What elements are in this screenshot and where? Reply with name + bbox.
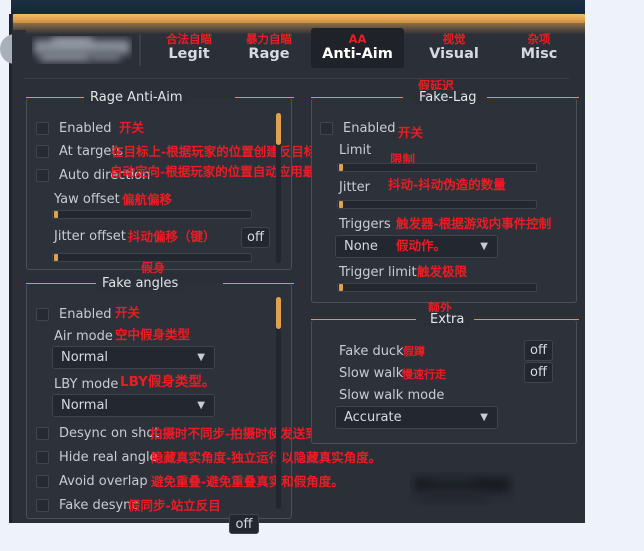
label-fake-duck: Fake duck bbox=[339, 344, 404, 359]
scrollbar-rage-anti-aim[interactable] bbox=[276, 113, 281, 263]
label-trigger-limit: Trigger limit bbox=[339, 265, 417, 280]
tab-legit-label-en: Legit bbox=[168, 46, 210, 62]
label-limit: Limit bbox=[339, 143, 372, 158]
blurred-watermark bbox=[410, 472, 515, 506]
dropdown-slow-walk-mode-value: Accurate bbox=[344, 410, 402, 425]
annotation-fake-lag-enabled: 开关 bbox=[398, 125, 424, 140]
label-slow-walk: Slow walk bbox=[339, 366, 404, 381]
app-logo bbox=[32, 36, 132, 64]
row-desync-on-shot[interactable]: Desync on shot bbox=[36, 426, 159, 441]
annotation-hide-real-angle: 隐藏真实角度-独立运行以隐藏真实角度。 bbox=[151, 450, 382, 465]
checkbox-fake-angles-enabled[interactable] bbox=[36, 308, 49, 321]
annotation-jitter: 抖动-抖动伪造的数量 bbox=[388, 177, 506, 192]
label-fake-lag-enabled: Enabled bbox=[343, 121, 396, 136]
tab-legit[interactable]: 合法自瞄 Legit bbox=[150, 28, 228, 68]
logo-divider bbox=[139, 34, 141, 66]
side-drawer-handle-mask bbox=[12, 30, 26, 68]
checkbox-hide-real-angle[interactable] bbox=[36, 451, 49, 464]
tab-misc[interactable]: 杂项 Misc bbox=[504, 28, 574, 68]
checkbox-avoid-overlap[interactable] bbox=[36, 475, 49, 488]
group-title-fake-angles: Fake angles bbox=[96, 276, 185, 291]
tab-misc-label-cn: 杂项 bbox=[527, 32, 551, 46]
row-avoid-overlap[interactable]: Avoid overlap bbox=[36, 474, 148, 489]
annotation-triggers: 触发器-根据游戏内事件控制 bbox=[396, 216, 552, 231]
annotation-trigger-limit: 触发极限 bbox=[417, 264, 468, 279]
checkbox-auto-direction[interactable] bbox=[36, 169, 49, 182]
annotation-slow-walk: 慢速行走 bbox=[402, 368, 446, 381]
dropdown-slow-walk-mode[interactable]: Accurate ▼ bbox=[335, 406, 498, 429]
tab-rage-label-cn: 暴力自瞄 bbox=[246, 32, 292, 46]
group-title-fake-lag: Fake-Lag bbox=[413, 90, 483, 105]
tab-visual-label-en: Visual bbox=[429, 46, 479, 62]
window-left-edge bbox=[9, 14, 12, 523]
checkbox-rage-enabled[interactable] bbox=[36, 122, 49, 135]
row-hide-real-angle[interactable]: Hide real angle bbox=[36, 450, 158, 465]
label-rage-enabled: Enabled bbox=[59, 121, 112, 136]
dropdown-air-mode-value: Normal bbox=[61, 350, 109, 365]
scrollbar-fake-angles[interactable] bbox=[276, 297, 281, 509]
checkbox-desync-on-shot[interactable] bbox=[36, 427, 49, 440]
label-hide-real-angle: Hide real angle bbox=[59, 450, 158, 465]
screenshot-root: 合法自瞄 Legit 暴力自瞄 Rage AA Anti-Aim 视觉 Visu… bbox=[0, 0, 644, 551]
row-rage-enabled[interactable]: Enabled bbox=[36, 121, 112, 136]
label-yaw-offset: Yaw offset bbox=[54, 192, 120, 207]
annotation-triggers-2: 假动作。 bbox=[396, 238, 447, 253]
chevron-down-icon-slow-walk: ▼ bbox=[480, 412, 488, 423]
tab-rage[interactable]: 暴力自瞄 Rage bbox=[230, 28, 308, 68]
tab-bar: 合法自瞄 Legit 暴力自瞄 Rage AA Anti-Aim 视觉 Visu… bbox=[150, 28, 570, 72]
button-jitter-offset-key[interactable]: off bbox=[241, 227, 270, 248]
tab-anti-aim-label-en: Anti-Aim bbox=[322, 46, 393, 62]
group-title-cn-fake-angles: 假身 bbox=[141, 261, 166, 275]
label-jitter-offset: Jitter offset bbox=[54, 229, 126, 244]
window-titlebar-accent bbox=[13, 14, 585, 23]
annotation-fake-desync: 假同步-站立反目 bbox=[128, 498, 221, 513]
dropdown-lby-mode-value: Normal bbox=[61, 398, 109, 413]
button-fake-duck-key[interactable]: off bbox=[524, 340, 553, 361]
tab-legit-label-cn: 合法自瞄 bbox=[166, 32, 212, 46]
label-jitter: Jitter bbox=[339, 180, 370, 195]
tab-anti-aim-label-cn: AA bbox=[348, 32, 367, 46]
annotation-air-mode: 空中假身类型 bbox=[115, 327, 191, 342]
chevron-down-icon: ▼ bbox=[197, 352, 205, 363]
annotation-jitter-offset: 抖动偏移（键） bbox=[128, 229, 216, 244]
label-lby-mode: LBY mode bbox=[54, 377, 119, 392]
chevron-down-icon-triggers: ▼ bbox=[480, 241, 488, 252]
label-fake-desync: Fake desync bbox=[59, 498, 139, 513]
annotation-yaw-offset: 偏航偏移 bbox=[122, 192, 173, 207]
tab-visual[interactable]: 视觉 Visual bbox=[415, 28, 493, 68]
label-triggers: Triggers bbox=[339, 217, 391, 232]
label-air-mode: Air mode bbox=[54, 329, 113, 344]
checkbox-fake-desync[interactable] bbox=[36, 499, 49, 512]
slider-jitter[interactable] bbox=[337, 200, 537, 209]
checkbox-at-targets[interactable] bbox=[36, 145, 49, 158]
label-fake-angles-enabled: Enabled bbox=[59, 307, 112, 322]
tab-visual-label-cn: 视觉 bbox=[442, 32, 466, 46]
row-fake-angles-enabled[interactable]: Enabled bbox=[36, 307, 112, 322]
checkbox-fake-lag-enabled[interactable] bbox=[320, 122, 333, 135]
label-avoid-overlap: Avoid overlap bbox=[59, 474, 148, 489]
row-fake-desync[interactable]: Fake desync bbox=[36, 498, 139, 513]
dropdown-lby-mode[interactable]: Normal ▼ bbox=[52, 394, 215, 417]
annotation-lby-mode: LBY假身类型。 bbox=[120, 374, 216, 390]
row-fake-lag-enabled[interactable]: Enabled bbox=[320, 121, 396, 136]
annotation-rage-enabled: 开关 bbox=[119, 120, 145, 135]
slider-yaw-offset[interactable] bbox=[52, 210, 252, 219]
annotation-fake-duck: 假蹲 bbox=[403, 345, 425, 358]
chevron-down-icon-lby: ▼ bbox=[197, 400, 205, 411]
label-slow-walk-mode: Slow walk mode bbox=[339, 388, 445, 403]
tab-rage-label-en: Rage bbox=[248, 46, 290, 62]
slider-trigger-limit[interactable] bbox=[337, 283, 537, 292]
slider-limit[interactable] bbox=[337, 163, 537, 172]
button-cutoff-row-key[interactable]: off bbox=[229, 514, 259, 534]
button-slow-walk-key[interactable]: off bbox=[524, 362, 553, 383]
header-divider bbox=[24, 78, 569, 79]
label-desync-on-shot: Desync on shot bbox=[59, 426, 160, 441]
group-title-rage-anti-aim: Rage Anti-Aim bbox=[84, 90, 189, 105]
annotation-fake-angles-enabled: 开关 bbox=[115, 305, 141, 320]
tab-misc-label-en: Misc bbox=[520, 46, 558, 62]
annotation-avoid-overlap: 避免重叠-避免重叠真实和假角度。 bbox=[151, 474, 344, 489]
tab-anti-aim[interactable]: AA Anti-Aim bbox=[311, 28, 404, 68]
group-title-extra: Extra bbox=[424, 312, 471, 327]
dropdown-air-mode[interactable]: Normal ▼ bbox=[52, 346, 215, 369]
